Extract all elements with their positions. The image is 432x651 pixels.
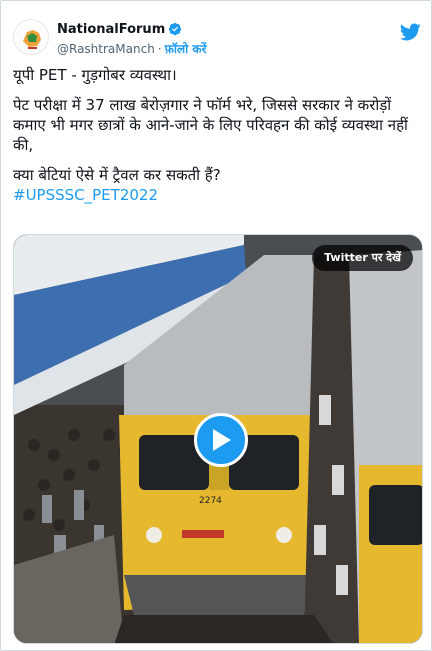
- author-display-name[interactable]: NationalForum: [57, 22, 165, 37]
- verified-badge-icon: [169, 22, 182, 36]
- follow-button[interactable]: फ़ॉलो करें: [165, 42, 207, 56]
- train-number: 2274: [199, 496, 222, 506]
- tweet-line-body: पेट परीक्षा में 37 लाख बेरोज़गार ने फॉर्…: [13, 96, 408, 154]
- hashtag-link[interactable]: #UPSSSC_PET2022: [13, 185, 421, 205]
- tweet-header: NationalForum @RashtraManch · फ़ॉलो करें: [13, 15, 421, 59]
- avatar[interactable]: [13, 19, 49, 55]
- tweet-text: यूपी PET - गुड़गोबर व्यवस्था। पेट परीक्ष…: [13, 65, 421, 205]
- separator-dot: ·: [157, 42, 162, 56]
- author-handle[interactable]: @RashtraManch: [57, 42, 155, 56]
- handle-row: @RashtraManch · फ़ॉलो करें: [57, 40, 207, 57]
- twitter-bird-icon[interactable]: [399, 21, 421, 43]
- tweet-embed-card: NationalForum @RashtraManch · फ़ॉलो करें य…: [0, 0, 432, 651]
- tweet-line-title: यूपी PET - गुड़गोबर व्यवस्था।: [13, 66, 177, 84]
- video-thumbnail[interactable]: 2274 Twitter पर देखें: [13, 234, 423, 644]
- tweet-line-question: क्या बेटियां ऐसे में ट्रैवल कर सकती हैं?: [13, 166, 221, 184]
- name-row: NationalForum: [57, 21, 182, 37]
- watch-on-twitter-button[interactable]: Twitter पर देखें: [312, 245, 413, 271]
- play-button[interactable]: [194, 413, 248, 467]
- play-icon: [213, 429, 231, 451]
